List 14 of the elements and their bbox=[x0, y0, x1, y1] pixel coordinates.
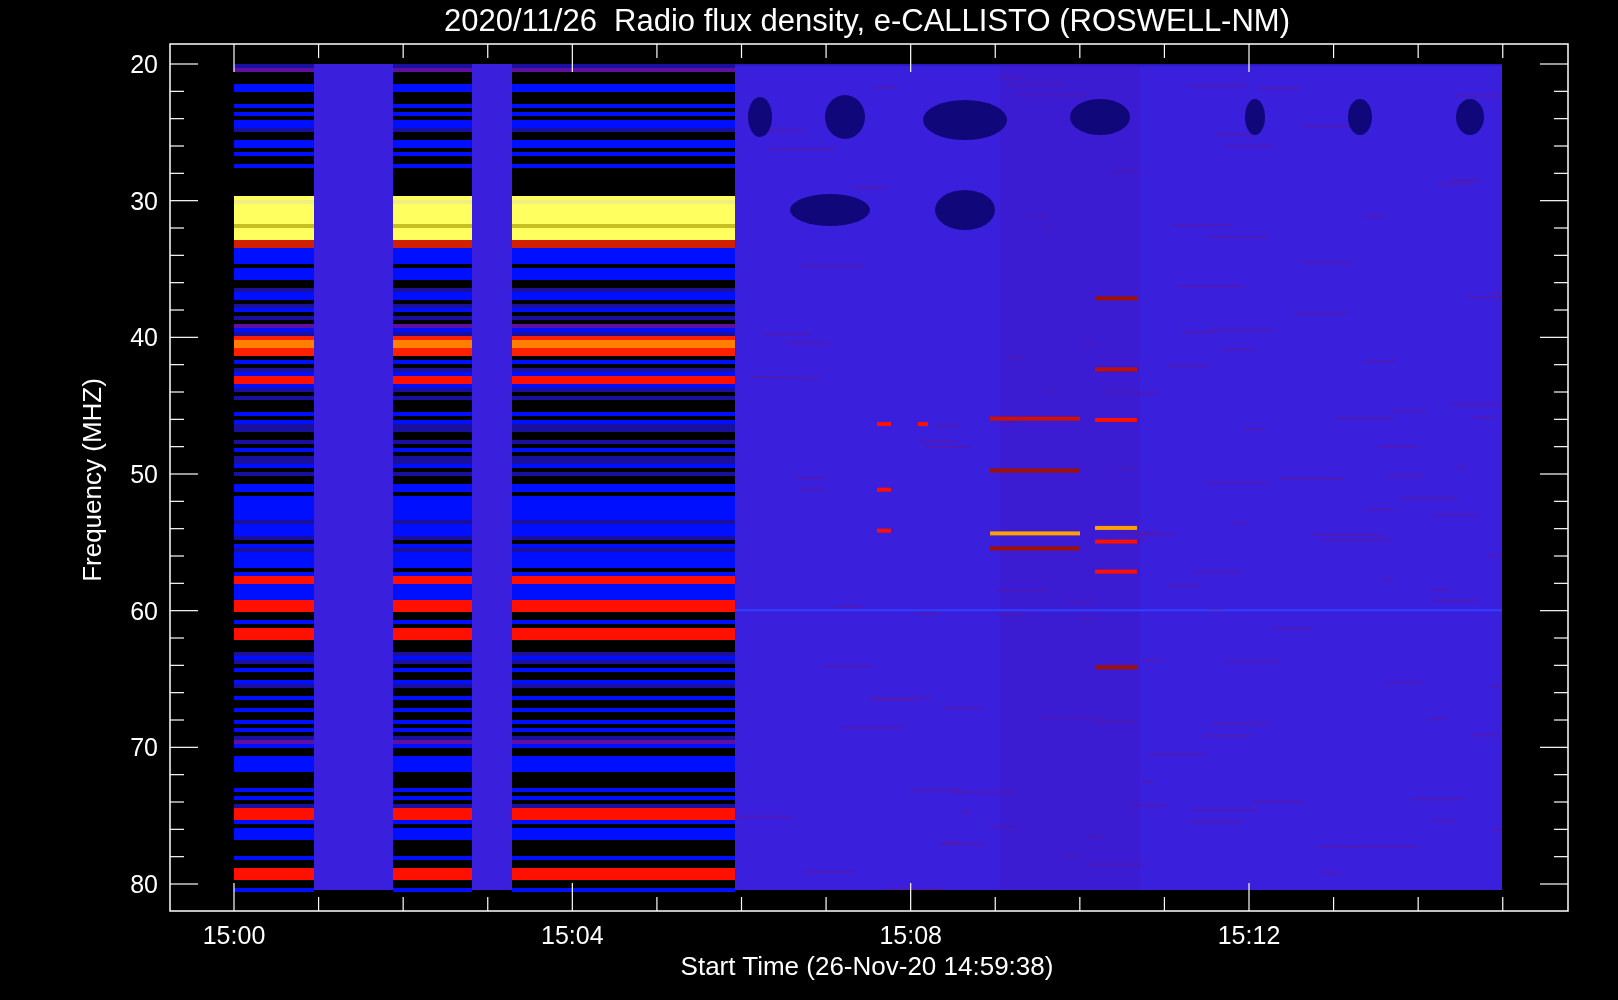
y-tick-label: 60 bbox=[130, 596, 158, 625]
y-tick-label: 80 bbox=[130, 870, 158, 898]
y-tick-label: 20 bbox=[130, 50, 158, 78]
x-tick-label: 15:04 bbox=[541, 921, 604, 949]
y-tick-label: 70 bbox=[130, 733, 158, 762]
x-tick-label: 15:00 bbox=[202, 921, 266, 949]
y-tick-label: 30 bbox=[130, 186, 158, 215]
x-tick-label: 15:12 bbox=[1217, 921, 1281, 949]
plot-title: 2020/11/26 Radio flux density, e-CALLISTO (ROSWELL-NM) bbox=[444, 3, 1290, 38]
x-axis-label: Start Time (26-Nov-20 14:59:38) bbox=[680, 951, 1054, 981]
y-tick-label: 50 bbox=[130, 460, 158, 488]
y-axis-label: Frequency (MHZ) bbox=[77, 378, 107, 582]
y-tick-label: 40 bbox=[130, 323, 158, 352]
x-tick-label: 15:08 bbox=[879, 921, 942, 949]
